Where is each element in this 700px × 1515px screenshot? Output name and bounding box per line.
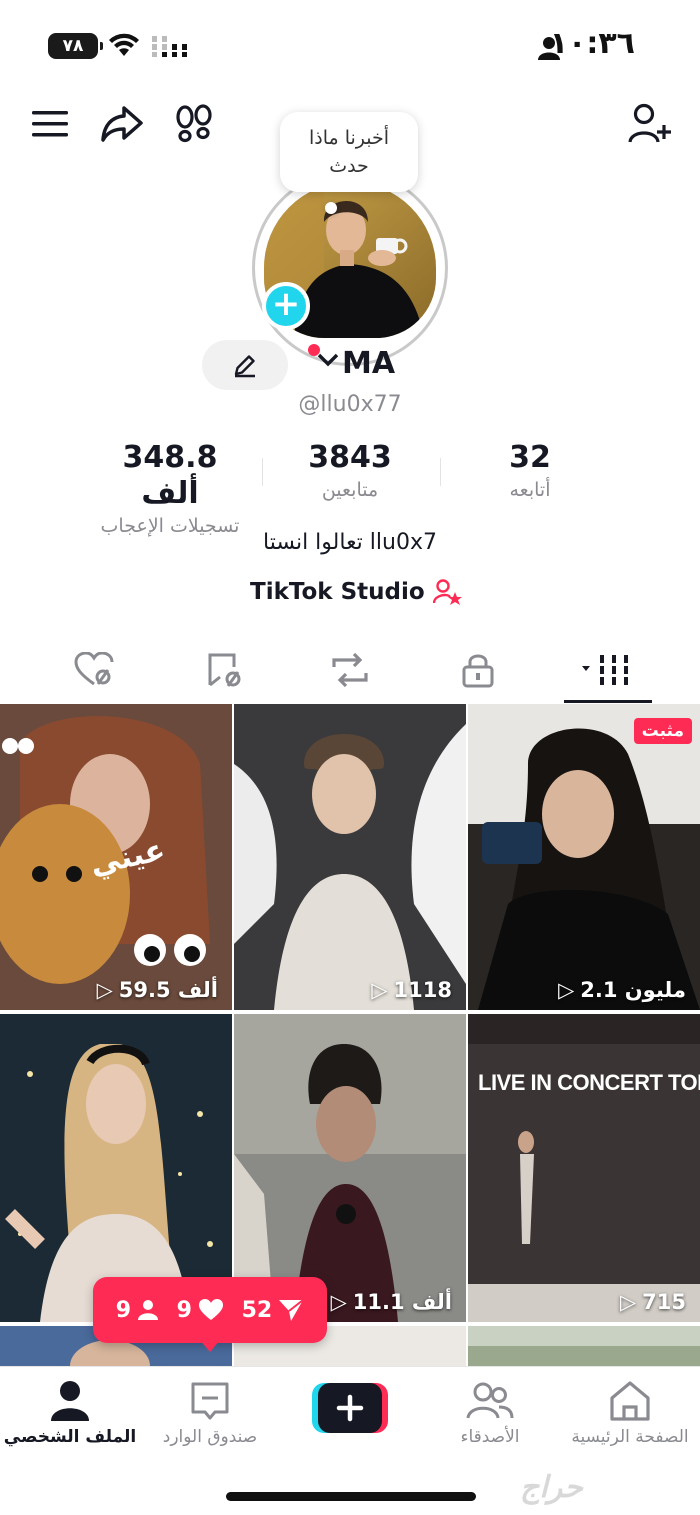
notification-tail [200, 1340, 220, 1352]
view-count: ▷ 59.5 ألف [96, 978, 218, 1002]
status-time: ١٠:٣٦ [549, 26, 635, 61]
tab-favorites[interactable] [178, 640, 270, 700]
view-count: ▷ 1118 [371, 978, 452, 1002]
following-label: أتابعه [509, 479, 551, 501]
inbox-icon [191, 1382, 229, 1420]
play-icon: ▷ [371, 978, 388, 1002]
grid-icon [582, 655, 628, 685]
pinned-badge: مثبت [633, 718, 692, 744]
view-count: ▷ 11.1 ألف [330, 1290, 452, 1314]
video-thumbnail [468, 1326, 700, 1366]
heart-hidden-icon [74, 652, 114, 686]
create-button[interactable] [312, 1383, 388, 1433]
following-count: 32 [509, 440, 551, 475]
play-icon: ▷ [558, 978, 575, 1002]
tab-reposts[interactable] [304, 640, 396, 700]
bookmark-hidden-icon [208, 653, 241, 687]
activity-notification[interactable]: 9 9 52 [93, 1277, 327, 1343]
tiktok-studio-label: TikTok Studio [250, 579, 425, 605]
share-icon[interactable] [98, 100, 146, 148]
video-caption: LIVE IN CONCERT TONIG [478, 1070, 700, 1095]
play-icon: ▷ [96, 978, 113, 1002]
home-icon [610, 1381, 650, 1421]
following-stat[interactable]: 32 أتابعه [480, 440, 580, 504]
nav-friends-label: الأصدقاء [460, 1427, 520, 1447]
tab-liked[interactable] [48, 640, 140, 700]
profile-name[interactable]: MA [342, 346, 395, 381]
stat-divider [440, 458, 441, 486]
status-bar: ٧٨ ١٠:٣٦ [0, 0, 700, 90]
add-story-button[interactable]: + [262, 282, 310, 330]
followers-notif: 9 [116, 1298, 159, 1323]
battery-indicator: ٧٨ [48, 33, 103, 59]
add-friend-icon[interactable] [626, 100, 674, 148]
edit-profile-button[interactable] [202, 340, 288, 390]
wifi-icon [109, 33, 139, 56]
video-tile-5[interactable]: ▷ 11.1 ألف [234, 1014, 466, 1322]
view-count: ▷ 2.1 مليون [558, 978, 686, 1002]
nav-friends[interactable]: الأصدقاء [420, 1377, 560, 1447]
person-icon [138, 1300, 159, 1320]
tab-private[interactable] [432, 640, 524, 700]
note-bubble-line1: أخبرنا ماذا [308, 127, 390, 149]
profile-icon [51, 1381, 89, 1421]
video-tile-4[interactable]: LIVE IN CONCERT TONIG ▷715 [468, 1014, 700, 1322]
note-bubble[interactable]: أخبرنا ماذا حدث [280, 112, 418, 192]
video-thumbnail [468, 704, 700, 1010]
signal-icon [152, 36, 187, 57]
likes-stat[interactable]: 348.8 ألف تسجيلات الإعجاب [90, 440, 250, 540]
followers-label: متابعين [321, 479, 379, 501]
play-icon: ▷ [620, 1290, 637, 1314]
note-bubble-line2: حدث [329, 155, 369, 177]
nav-profile-label: الملف الشخصي [3, 1427, 137, 1447]
stat-divider [262, 458, 263, 486]
video-thumbnail [468, 1014, 700, 1322]
lock-icon [462, 654, 494, 688]
tiktok-studio-link[interactable]: TikTok Studio [250, 578, 463, 606]
video-tile-1[interactable]: مثبت ▷ 2.1 مليون [468, 704, 700, 1010]
video-tile-6[interactable] [0, 1014, 232, 1322]
pencil-icon [234, 355, 255, 378]
nav-profile[interactable]: الملف الشخصي [0, 1377, 140, 1447]
video-thumbnail [234, 704, 466, 1010]
footprints-icon[interactable] [170, 100, 218, 148]
followers-count: 3843 [308, 440, 392, 475]
profile-bio: تعالوا انستا llu0x7 [262, 530, 437, 555]
video-thumbnail [0, 1014, 232, 1322]
messages-notif: 52 [242, 1298, 305, 1323]
video-tile-2[interactable]: ▷ 1118 [234, 704, 466, 1010]
send-icon [279, 1299, 304, 1321]
play-icon: ▷ [330, 1290, 347, 1314]
video-tile-3[interactable]: عيني ▷ 59.5 ألف [0, 704, 232, 1010]
creator-star-icon [432, 579, 462, 605]
nav-inbox[interactable]: صندوق الوارد [140, 1377, 280, 1447]
heart-icon [198, 1299, 223, 1320]
active-tab-indicator [564, 700, 652, 703]
nav-inbox-label: صندوق الوارد [162, 1427, 258, 1447]
likes-count: 348.8 ألف [122, 440, 218, 511]
home-indicator[interactable] [226, 1492, 476, 1501]
repost-icon [332, 652, 368, 688]
friends-icon [466, 1382, 514, 1419]
video-thumbnail [234, 1014, 466, 1322]
nav-home-label: الصفحة الرئيسية [571, 1427, 689, 1447]
tab-videos[interactable] [562, 640, 654, 700]
view-count: ▷ 715 [620, 1290, 686, 1314]
nav-home[interactable]: الصفحة الرئيسية [560, 1377, 700, 1447]
watermark: حراج [520, 1470, 583, 1505]
likes-notif: 9 [177, 1298, 224, 1323]
video-tile-7[interactable] [468, 1326, 700, 1366]
profile-handle: @llu0x77 [298, 392, 402, 417]
note-bubble-tail [325, 202, 337, 214]
followers-stat[interactable]: 3843 متابعين [290, 440, 410, 504]
menu-icon[interactable] [26, 100, 74, 148]
chevron-down-icon[interactable] [316, 352, 340, 368]
